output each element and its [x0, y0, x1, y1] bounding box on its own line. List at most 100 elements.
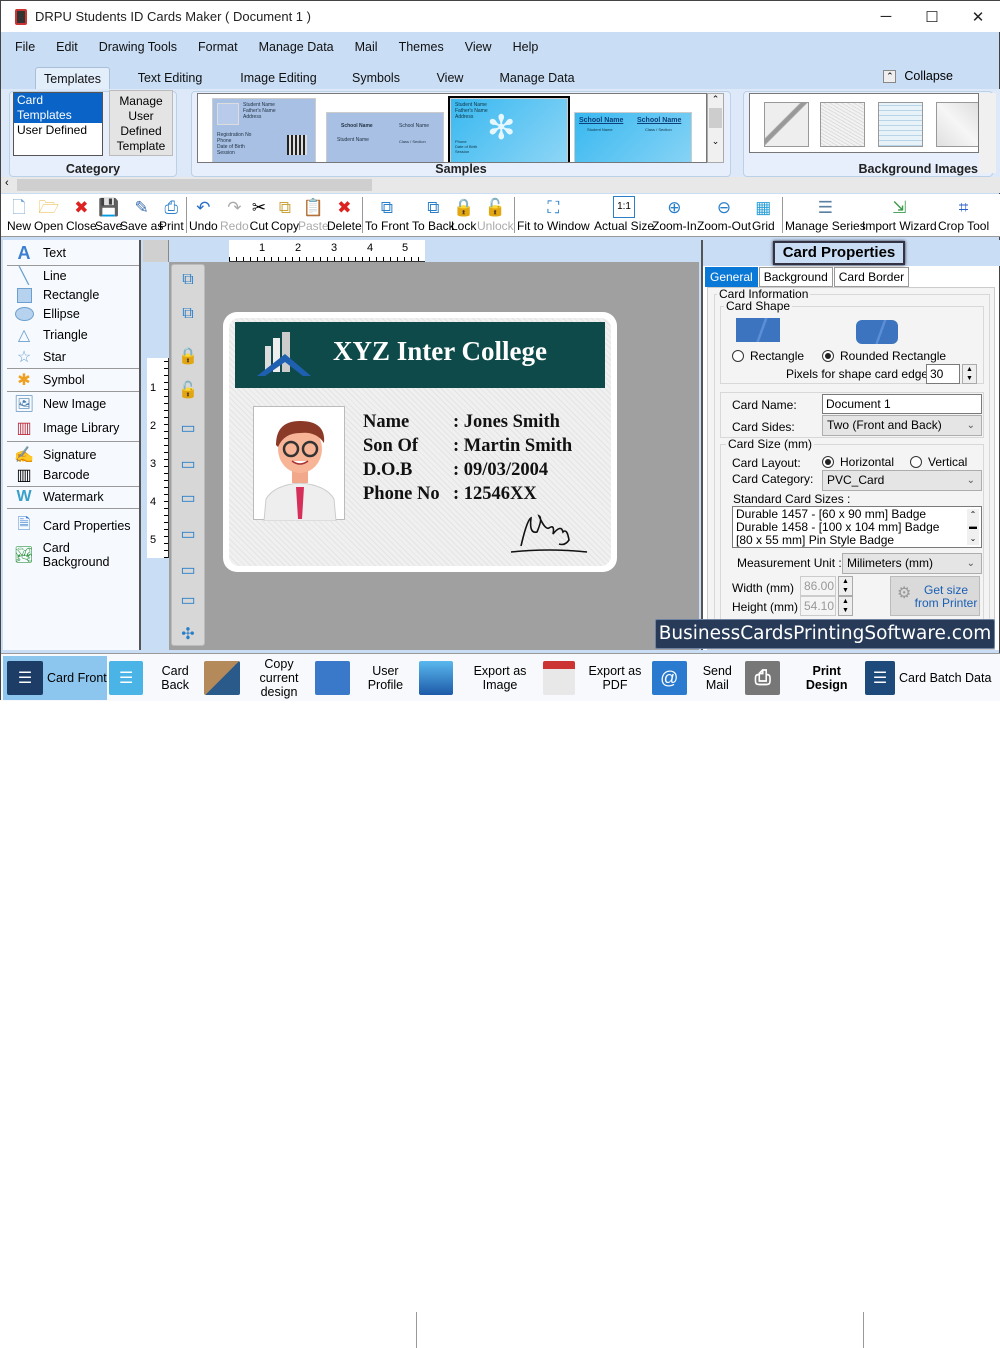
- tool-watermark[interactable]: W Watermark: [13, 486, 103, 508]
- lock-button[interactable]: 🔒 Lock: [451, 194, 476, 237]
- menu-view[interactable]: View: [465, 40, 492, 54]
- tool-card-properties[interactable]: 🗎 Card Properties: [13, 515, 131, 537]
- menu-mail[interactable]: Mail: [355, 40, 378, 54]
- rounded-rectangle-radio[interactable]: [822, 350, 834, 362]
- unlock-icon[interactable]: 🔓: [177, 379, 199, 401]
- horizontal-radio[interactable]: [822, 456, 834, 468]
- menu-drawing-tools[interactable]: Drawing Tools: [99, 40, 177, 54]
- menu-help[interactable]: Help: [513, 40, 539, 54]
- tool-new-image[interactable]: 🖼 New Image: [13, 393, 106, 415]
- tab-text-editing[interactable]: Text Editing: [129, 67, 211, 91]
- tool-triangle[interactable]: △ Triangle: [13, 324, 88, 346]
- cut-button[interactable]: ✂ Cut: [248, 194, 270, 237]
- measurement-unit-select[interactable]: Milimeters (mm) ⌄: [842, 553, 982, 574]
- zoom-in-button[interactable]: ⊕ Zoom-In: [652, 194, 697, 237]
- grid-button[interactable]: ▦ Grid: [752, 194, 775, 237]
- menu-format[interactable]: Format: [198, 40, 238, 54]
- redo-button[interactable]: ↷ Redo: [220, 194, 249, 237]
- background-images-scrollbar[interactable]: [979, 93, 996, 173]
- save-as-button[interactable]: ✎ Save as: [120, 194, 163, 237]
- paste-button[interactable]: 📋 Paste: [298, 194, 329, 237]
- get-size-from-printer-button[interactable]: ⚙ Get size from Printer: [890, 576, 980, 616]
- college-name[interactable]: XYZ Inter College: [333, 336, 547, 367]
- student-photo[interactable]: [253, 406, 345, 522]
- tool-symbol[interactable]: ✱ Symbol: [13, 369, 84, 391]
- edge-pixels-input[interactable]: 30: [926, 364, 960, 384]
- scroll-thumb[interactable]: [709, 108, 722, 128]
- vertical-radio[interactable]: [910, 456, 922, 468]
- save-button[interactable]: 💾 Save: [95, 194, 122, 237]
- category-item-card-templates[interactable]: Card Templates: [14, 93, 102, 123]
- new-button[interactable]: 🗋 New: [7, 194, 31, 237]
- menu-themes[interactable]: Themes: [399, 40, 444, 54]
- lock-icon[interactable]: 🔒: [177, 345, 199, 367]
- detail-row-son-of[interactable]: Son Of: Martin Smith: [363, 434, 572, 458]
- tab-view[interactable]: View: [429, 67, 471, 91]
- align-middle-icon[interactable]: ▭: [177, 589, 199, 611]
- close-button[interactable]: ✕: [955, 1, 1000, 32]
- tool-text[interactable]: A Text: [13, 242, 66, 264]
- to-back-button[interactable]: ⧉ To Back: [412, 194, 455, 237]
- align-center-icon[interactable]: ▭: [177, 559, 199, 581]
- tab-symbols[interactable]: Symbols: [346, 67, 406, 91]
- bg-image-no-preview[interactable]: [764, 102, 809, 147]
- copy-button[interactable]: ⧉ Copy: [271, 194, 299, 237]
- standard-sizes-list[interactable]: Durable 1457 - [60 x 90 mm] Badge Durabl…: [732, 506, 982, 548]
- undo-button[interactable]: ↶ Undo: [189, 194, 218, 237]
- align-bottom-icon[interactable]: ▭: [177, 523, 199, 545]
- tab-manage-data[interactable]: Manage Data: [495, 67, 579, 91]
- card-batch-data-button[interactable]: ☰ Card Batch Data: [865, 656, 995, 700]
- detail-row-dob[interactable]: D.O.B: 09/03/2004: [363, 458, 572, 482]
- height-input[interactable]: 54.10: [800, 596, 836, 616]
- height-spinner[interactable]: ▲ ▼: [838, 596, 853, 616]
- card-front-button[interactable]: ☰ Card Front: [3, 656, 107, 700]
- bring-front-icon[interactable]: ⧉: [177, 269, 199, 291]
- print-button[interactable]: ⎙ Print: [159, 194, 184, 237]
- bg-image-diagonal[interactable]: [936, 102, 978, 147]
- tool-star[interactable]: ☆ Star: [13, 346, 66, 368]
- align-right-icon[interactable]: ▭: [177, 453, 199, 475]
- fit-to-window-button[interactable]: ⛶ Fit to Window: [517, 194, 590, 237]
- tool-barcode[interactable]: ▥ Barcode: [13, 464, 89, 486]
- copy-design-button[interactable]: Copy current design: [204, 656, 314, 700]
- sample-template-1[interactable]: Student Name Father's Name Address Registr…: [212, 98, 316, 162]
- sample-template-3-selected[interactable]: Student Name Father's Name Address ✻ Phone…: [448, 96, 570, 162]
- detail-row-name[interactable]: Name: Jones Smith: [363, 410, 572, 434]
- tool-card-background[interactable]: 🏞 Card Background: [13, 541, 139, 569]
- maximize-button[interactable]: ☐: [909, 1, 955, 32]
- sample-template-4[interactable]: School Name School Name Student Name Cla…: [574, 112, 692, 162]
- to-front-button[interactable]: ⧉ To Front: [365, 194, 409, 237]
- ribbon-horizontal-scrollbar[interactable]: ‹: [1, 177, 1000, 193]
- width-input[interactable]: 86.00: [800, 576, 836, 596]
- open-button[interactable]: 🗁 Open: [34, 194, 63, 237]
- menu-edit[interactable]: Edit: [56, 40, 78, 54]
- scroll-up-icon[interactable]: ⌃: [708, 94, 723, 105]
- detail-row-phone[interactable]: Phone No: 12546XX: [363, 482, 572, 506]
- card-sides-select[interactable]: Two (Front and Back) ⌄: [822, 415, 982, 436]
- actual-size-button[interactable]: 1:1 Actual Size: [594, 194, 654, 237]
- bg-image-texture[interactable]: [820, 102, 865, 147]
- size-option[interactable]: [80 x 55 mm] Pin Style Badge: [736, 534, 978, 547]
- tab-general[interactable]: General: [705, 267, 758, 287]
- tab-image-editing[interactable]: Image Editing: [231, 67, 326, 91]
- scroll-left-icon[interactable]: ‹: [5, 177, 9, 189]
- tab-background[interactable]: Background: [758, 267, 833, 287]
- tab-templates[interactable]: Templates: [35, 67, 110, 91]
- card-name-input[interactable]: Document 1: [822, 394, 982, 414]
- crop-tool-button[interactable]: ⌗ Crop Tool: [938, 194, 989, 237]
- collapse-ribbon-button[interactable]: ⌃ Collapse: [883, 69, 953, 83]
- edge-pixels-spinner[interactable]: ▲ ▼: [962, 364, 977, 384]
- import-wizard-button[interactable]: ⇲ Import Wizard: [862, 194, 937, 237]
- user-profile-button[interactable]: User Profile: [315, 656, 417, 700]
- menu-file[interactable]: File: [15, 40, 35, 54]
- export-image-button[interactable]: Export as Image: [419, 656, 543, 700]
- card-header-band[interactable]: XYZ Inter College: [235, 322, 605, 388]
- center-all-icon[interactable]: ✣: [177, 623, 199, 645]
- list-scrollbar[interactable]: ⌃ ▬ ⌄: [967, 509, 979, 545]
- align-left-icon[interactable]: ▭: [177, 417, 199, 439]
- export-pdf-button[interactable]: Export as PDF: [543, 656, 651, 700]
- scroll-down-icon[interactable]: ⌄: [708, 136, 723, 147]
- print-design-button[interactable]: ⎙ Print Design: [745, 656, 863, 700]
- rectangle-radio[interactable]: [732, 350, 744, 362]
- tool-ellipse[interactable]: Ellipse: [13, 303, 80, 325]
